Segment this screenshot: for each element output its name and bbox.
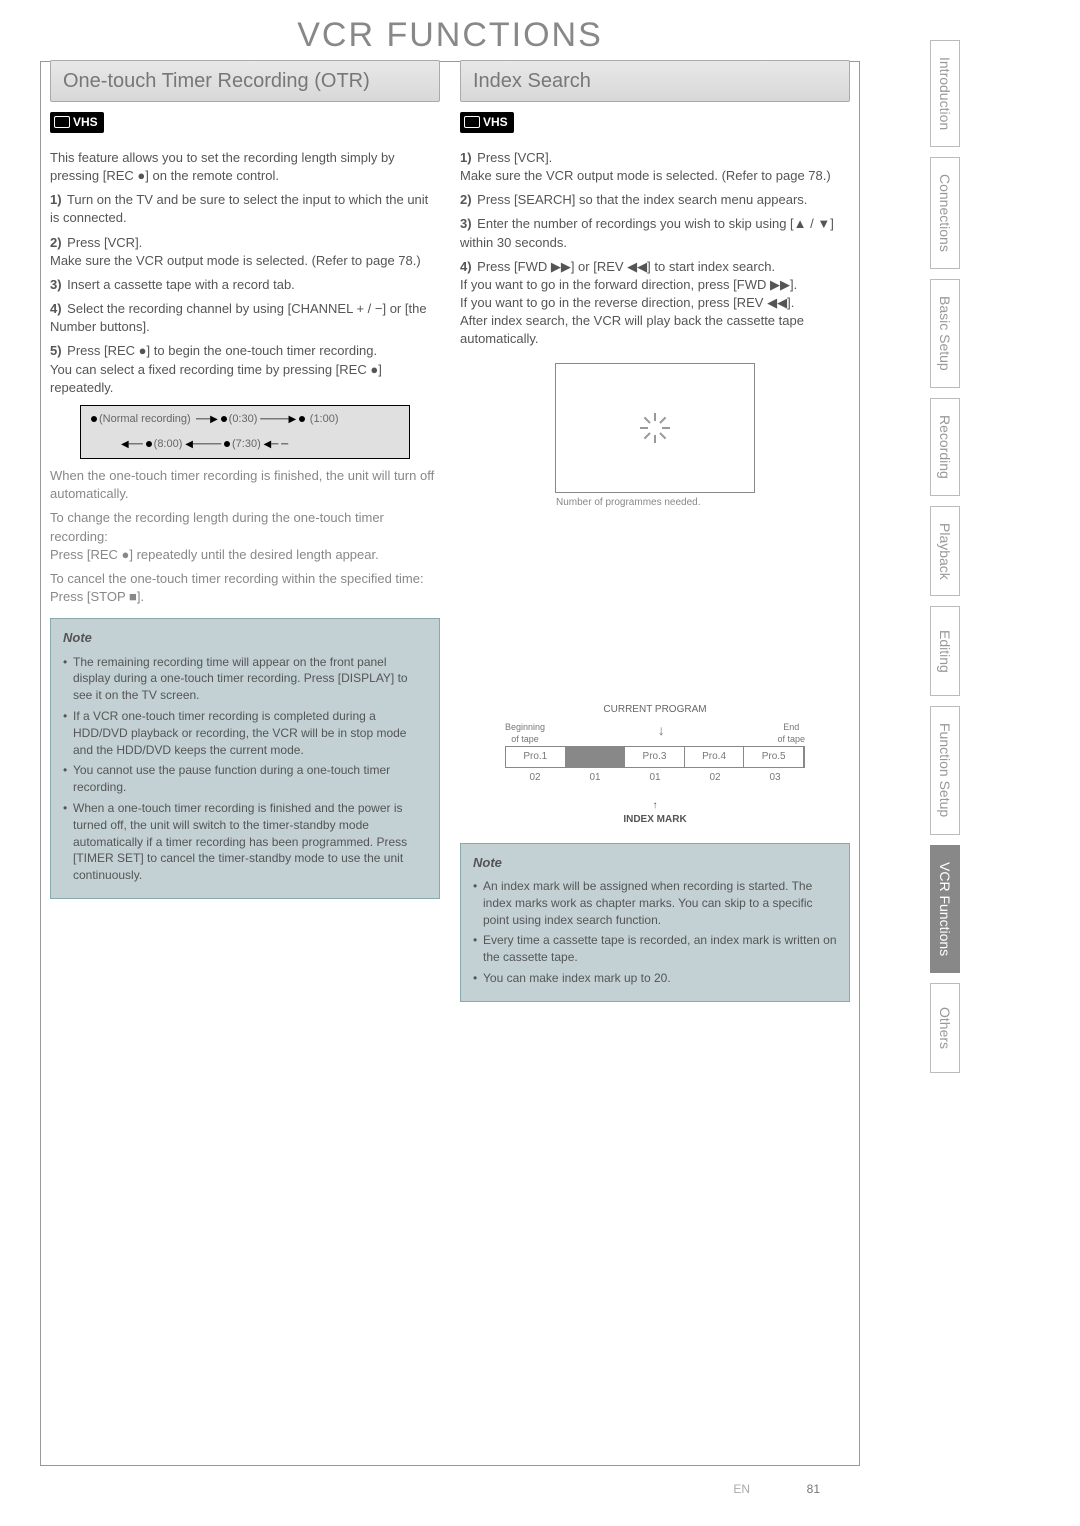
note-item: You can make index mark up to 20. <box>473 970 837 987</box>
otr-cancel: To cancel the one-touch timer recording … <box>50 570 440 606</box>
step: 4) Select the recording channel by using… <box>50 300 440 336</box>
section-header-otr: One-touch Timer Recording (OTR) <box>50 60 440 102</box>
timing-diagram: (Normal recording) ──▶ (0:30) ────▶ (1:0… <box>80 405 410 459</box>
step: 3) Enter the number of recordings you wi… <box>460 215 850 251</box>
tab-editing[interactable]: Editing <box>930 606 960 696</box>
step: 4) Press [FWD ▶▶] or [REV ◀◀] to start i… <box>460 258 850 349</box>
step: 2) Press [VCR].Make sure the VCR output … <box>50 234 440 270</box>
content: One-touch Timer Recording (OTR) VHS This… <box>50 60 850 1002</box>
vhs-badge-icon: VHS <box>460 112 514 133</box>
page-title: VCR FUNCTIONS <box>40 8 860 62</box>
note-item: Every time a cassette tape is recorded, … <box>473 932 837 966</box>
tab-basic-setup[interactable]: Basic Setup <box>930 279 960 388</box>
step: 3) Insert a cassette tape with a record … <box>50 276 440 294</box>
step: 2) Press [SEARCH] so that the index sear… <box>460 191 850 209</box>
lang-label: EN <box>733 1482 750 1496</box>
note-box-right: Note An index mark will be assigned when… <box>460 843 850 1002</box>
note-box-left: Note The remaining recording time will a… <box>50 618 440 899</box>
note-item: You cannot use the pause function during… <box>63 762 427 796</box>
tab-connections[interactable]: Connections <box>930 157 960 269</box>
note-item: The remaining recording time will appear… <box>63 654 427 704</box>
step: 5) Press [REC ●] to begin the one-touch … <box>50 342 440 397</box>
tab-vcr-functions[interactable]: VCR Functions <box>930 845 960 973</box>
col-right: Index Search VHS 1) Press [VCR].Make sur… <box>460 60 850 1002</box>
step: 1) Press [VCR].Make sure the VCR output … <box>460 149 850 185</box>
index-diagram: CURRENT PROGRAM Beginning of tape ↓ End … <box>505 703 805 827</box>
step: 1) Turn on the TV and be sure to select … <box>50 191 440 227</box>
page-number: 81 <box>807 1482 820 1496</box>
side-tabs: Introduction Connections Basic Setup Record… <box>930 40 960 1073</box>
tab-function-setup[interactable]: Function Setup <box>930 706 960 834</box>
tab-others[interactable]: Others <box>930 983 960 1073</box>
vhs-badge-icon: VHS <box>50 112 104 133</box>
col-left: One-touch Timer Recording (OTR) VHS This… <box>50 60 440 1002</box>
tab-introduction[interactable]: Introduction <box>930 40 960 147</box>
otr-intro: This feature allows you to set the recor… <box>50 149 440 185</box>
note-item: When a one-touch timer recording is fini… <box>63 800 427 884</box>
spinner-icon <box>640 413 670 443</box>
note-title: Note <box>63 629 427 647</box>
section-header-index: Index Search <box>460 60 850 102</box>
note-title: Note <box>473 854 837 872</box>
otr-change: To change the recording length during th… <box>50 509 440 564</box>
tab-recording[interactable]: Recording <box>930 398 960 496</box>
note-item: If a VCR one-touch timer recording is co… <box>63 708 427 758</box>
search-screen-diagram: Number of programmes needed. <box>555 363 755 493</box>
tab-playback[interactable]: Playback <box>930 506 960 597</box>
otr-after: When the one-touch timer recording is fi… <box>50 467 440 503</box>
note-item: An index mark will be assigned when reco… <box>473 878 837 928</box>
